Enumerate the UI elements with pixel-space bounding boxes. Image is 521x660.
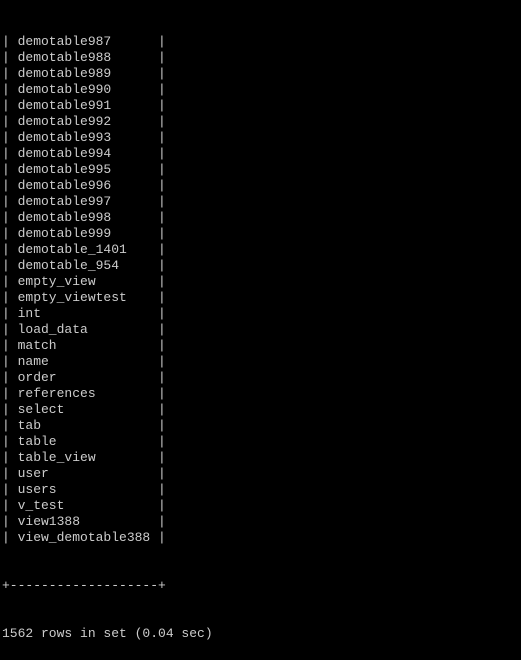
table-row: | table_view | xyxy=(2,450,519,466)
table-row: | empty_viewtest | xyxy=(2,290,519,306)
result-summary: 1562 rows in set (0.04 sec) xyxy=(2,626,519,642)
table-row: | v_test | xyxy=(2,498,519,514)
table-row: | references | xyxy=(2,386,519,402)
table-row: | demotable993 | xyxy=(2,130,519,146)
table-row: | demotable989 | xyxy=(2,66,519,82)
table-row: | select | xyxy=(2,402,519,418)
table-row: | table | xyxy=(2,434,519,450)
terminal-output: | demotable987 || demotable988 || demota… xyxy=(0,0,521,660)
table-row: | demotable_1401 | xyxy=(2,242,519,258)
table-row: | users | xyxy=(2,482,519,498)
table-row: | match | xyxy=(2,338,519,354)
table-row: | user | xyxy=(2,466,519,482)
result-table-body: | demotable987 || demotable988 || demota… xyxy=(2,34,519,546)
table-bottom-border: +-------------------+ xyxy=(2,578,519,594)
table-row: | name | xyxy=(2,354,519,370)
table-row: | demotable994 | xyxy=(2,146,519,162)
table-row: | demotable_954 | xyxy=(2,258,519,274)
table-row: | demotable991 | xyxy=(2,98,519,114)
table-row: | demotable987 | xyxy=(2,34,519,50)
table-row: | demotable999 | xyxy=(2,226,519,242)
table-row: | demotable997 | xyxy=(2,194,519,210)
table-row: | empty_view | xyxy=(2,274,519,290)
table-row: | tab | xyxy=(2,418,519,434)
table-row: | view_demotable388 | xyxy=(2,530,519,546)
table-row: | demotable990 | xyxy=(2,82,519,98)
table-row: | load_data | xyxy=(2,322,519,338)
table-row: | demotable992 | xyxy=(2,114,519,130)
table-row: | demotable996 | xyxy=(2,178,519,194)
table-row: | int | xyxy=(2,306,519,322)
table-row: | demotable998 | xyxy=(2,210,519,226)
table-row: | view1388 | xyxy=(2,514,519,530)
table-row: | demotable988 | xyxy=(2,50,519,66)
table-row: | demotable995 | xyxy=(2,162,519,178)
table-row: | order | xyxy=(2,370,519,386)
